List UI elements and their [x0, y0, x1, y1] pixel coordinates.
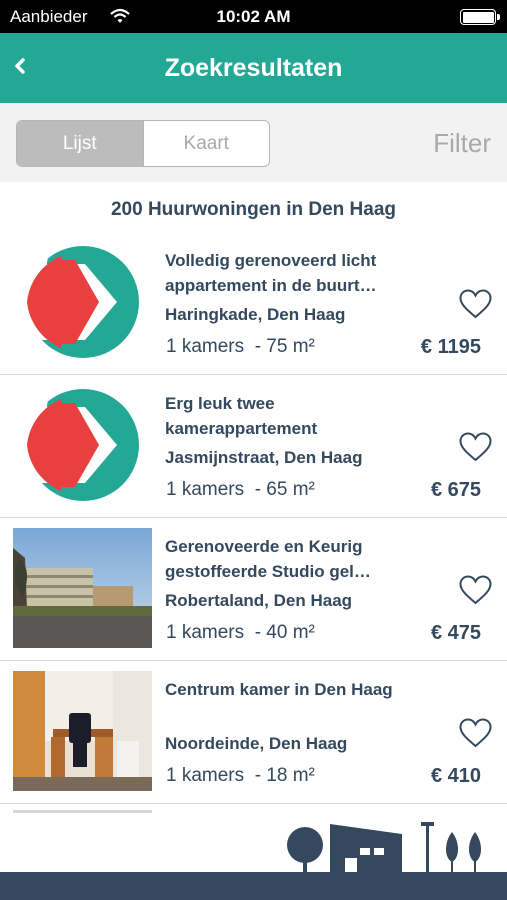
listing-area: - 65 m² — [254, 479, 315, 500]
results-count: 200 Huurwoningen in Den Haag — [110, 199, 397, 220]
results-list: Volledig gerenoveerd licht appartement i… — [0, 232, 507, 804]
listing-logo — [13, 385, 152, 505]
listing-title: Erg leuk twee kamerappartement — [165, 394, 318, 438]
favorite-button[interactable] — [458, 288, 493, 320]
listing-area: - 40 m² — [254, 622, 315, 643]
listing-price: € 410 — [430, 765, 481, 787]
favorite-button[interactable] — [458, 431, 493, 463]
listing-address: Robertaland, Den Haag — [165, 591, 353, 610]
listing-title: Volledig gerenoveerd licht appartement i… — [165, 251, 377, 295]
battery-icon — [460, 9, 500, 25]
footer-band — [0, 872, 507, 900]
list-item[interactable]: Gerenoveerde en Keurig gestoffeerde Stud… — [0, 518, 507, 661]
list-view-tab[interactable]: Lijst — [17, 121, 143, 166]
listing-price: € 675 — [430, 479, 481, 501]
listing-price: € 1195 — [420, 336, 481, 358]
list-item[interactable]: Centrum kamer in Den Haag Noordeinde, De… — [0, 661, 507, 804]
listing-rooms: 1 kamers — [166, 336, 245, 357]
list-item[interactable]: Volledig gerenoveerd licht appartement i… — [0, 232, 507, 375]
filter-button[interactable]: Filter — [433, 128, 491, 159]
listing-photo — [13, 528, 152, 648]
listing-rooms: 1 kamers — [166, 622, 245, 643]
listing-details: 1 kamers - 18 m² — [166, 765, 315, 787]
footer-illustration — [0, 800, 507, 900]
status-bar: Aanbieder 10:02 AM — [0, 0, 507, 33]
listing-rooms: 1 kamers — [166, 765, 245, 786]
listing-area: - 18 m² — [254, 765, 315, 786]
listing-details: 1 kamers - 75 m² — [166, 336, 315, 358]
list-item[interactable]: Erg leuk twee kamerappartement Jasmijnst… — [0, 375, 507, 518]
status-time: 10:02 AM — [216, 7, 291, 26]
page-title: Zoekresultaten — [164, 54, 343, 82]
heart-outline-icon — [459, 432, 492, 462]
listing-details: 1 kamers - 65 m² — [166, 479, 315, 501]
listing-address: Jasmijnstraat, Den Haag — [165, 448, 363, 467]
heart-outline-icon — [459, 289, 492, 319]
listing-logo — [13, 242, 152, 362]
view-toolbar: Lijst Kaart Filter — [0, 103, 507, 182]
listing-area: - 75 m² — [254, 336, 315, 357]
favorite-button[interactable] — [458, 717, 493, 749]
listing-details: 1 kamers - 40 m² — [166, 622, 315, 644]
listing-title: Centrum kamer in Den Haag — [165, 680, 393, 699]
listing-address: Haringkade, Den Haag — [165, 305, 346, 324]
listing-title: Gerenoveerde en Keurig gestoffeerde Stud… — [165, 537, 371, 581]
favorite-button[interactable] — [458, 574, 493, 606]
map-view-tab[interactable]: Kaart — [142, 121, 270, 166]
listing-rooms: 1 kamers — [166, 479, 245, 500]
navigation-bar: Zoekresultaten — [0, 33, 507, 103]
listing-address: Noordeinde, Den Haag — [165, 734, 348, 753]
heart-outline-icon — [459, 718, 492, 748]
listing-photo — [13, 671, 152, 791]
listing-price: € 475 — [430, 622, 481, 644]
view-toggle: Lijst Kaart — [16, 120, 270, 167]
heart-outline-icon — [459, 575, 492, 605]
